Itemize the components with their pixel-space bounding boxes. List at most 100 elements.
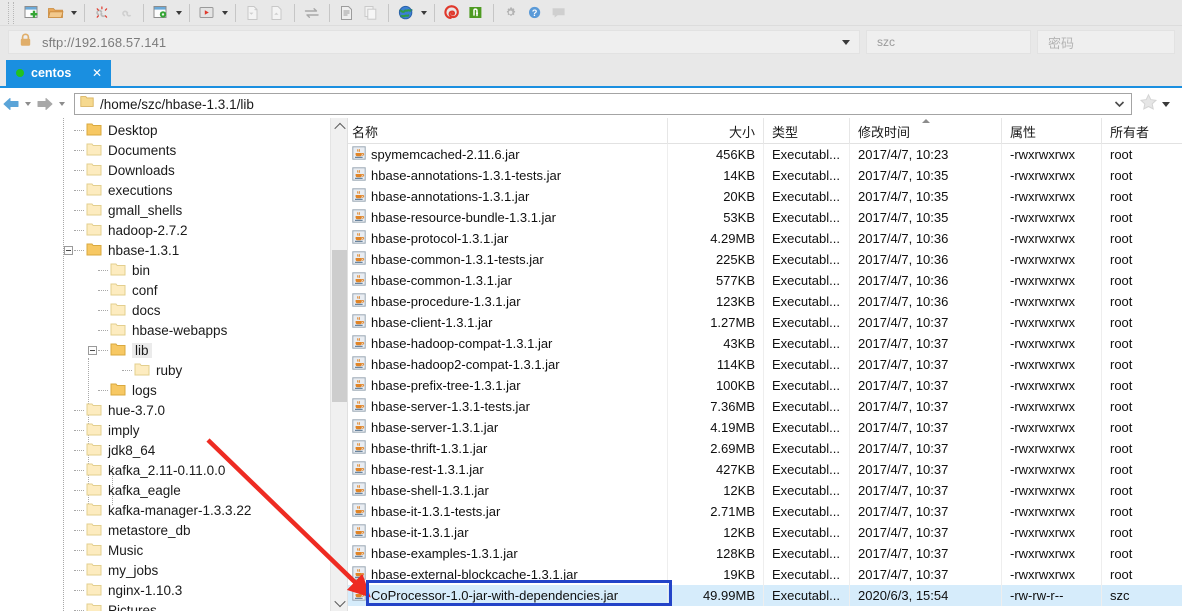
synchronize-icon[interactable] [300, 2, 324, 24]
tree-item-kafka-eagle[interactable]: kafka_eagle [64, 480, 181, 500]
tree-item-hbase-webapps[interactable]: hbase-webapps [88, 320, 227, 340]
bookmark-dropdown-caret[interactable] [1160, 94, 1172, 114]
open-terminal-dropdown-caret[interactable] [219, 2, 230, 24]
tree-item-kafka-2-11-0-11-0-0[interactable]: kafka_2.11-0.11.0.0 [64, 460, 225, 480]
tree-item-hue-3-7-0[interactable]: hue-3.7.0 [64, 400, 165, 420]
cell-size: 12KB [668, 522, 764, 543]
table-row[interactable]: hbase-client-1.3.1.jar 1.27MB Executabl...… [348, 312, 1182, 333]
link-icon[interactable] [114, 2, 138, 24]
host-url-dropdown-caret[interactable] [839, 31, 853, 53]
star-icon[interactable] [1139, 93, 1158, 116]
tree-item-bin[interactable]: bin [88, 260, 150, 280]
edit-file-icon[interactable] [335, 2, 359, 24]
tree-expander-icon[interactable] [64, 245, 73, 255]
open-folder-dropdown-caret[interactable] [68, 2, 79, 24]
open-folder-icon[interactable] [44, 2, 68, 24]
host-url-field[interactable]: sftp://192.168.57.141 [8, 30, 860, 54]
cell-text: -rwxrwxrwx [1010, 546, 1075, 561]
username-field[interactable]: szc [866, 30, 1031, 54]
help-icon[interactable]: ? [523, 2, 547, 24]
table-row[interactable]: hbase-server-1.3.1-tests.jar 7.36MB Execut… [348, 396, 1182, 417]
table-row[interactable]: CoProcessor-1.0-jar-with-dependencies.ja… [348, 585, 1182, 606]
toolbar-drag-handle[interactable] [8, 1, 14, 24]
forward-history-caret[interactable] [56, 93, 68, 115]
table-row[interactable]: hbase-it-1.3.1-tests.jar 2.71MB Executabl.… [348, 501, 1182, 522]
tree-item-hbase-1-3-1[interactable]: hbase-1.3.1 [64, 240, 179, 260]
putty-icon[interactable] [464, 2, 488, 24]
session-settings-icon[interactable] [149, 2, 173, 24]
table-row[interactable]: hbase-server-1.3.1.jar 4.19MB Executabl...… [348, 417, 1182, 438]
table-row[interactable]: hbase-hadoop-compat-1.3.1.jar 43KB Executa… [348, 333, 1182, 354]
table-row[interactable]: hbase-resource-bundle-1.3.1.jar 53KB Execu… [348, 207, 1182, 228]
table-row[interactable]: hbase-hadoop2-compat-1.3.1.jar 114KB Execu… [348, 354, 1182, 375]
path-input[interactable]: /home/szc/hbase-1.3.1/lib [74, 93, 1132, 115]
password-field[interactable]: 密码 [1037, 30, 1175, 54]
table-row[interactable]: hbase-external-blockcache-1.3.1.jar 19KB E… [348, 564, 1182, 585]
tree-item-label: gmall_shells [108, 202, 183, 218]
column-header-name[interactable]: 名称 [348, 118, 668, 144]
back-arrow-icon[interactable] [0, 93, 22, 115]
new-session-icon[interactable] [20, 2, 44, 24]
tree-item-kafka-manager-1-3-3-22[interactable]: kafka-manager-1.3.3.22 [64, 500, 251, 520]
tree-item-downloads[interactable]: Downloads [64, 160, 175, 180]
gear-icon[interactable] [499, 2, 523, 24]
tree-item-hadoop-2-7-2[interactable]: hadoop-2.7.2 [64, 220, 188, 240]
table-row[interactable]: hbase-prefix-tree-1.3.1.jar 100KB Executab… [348, 375, 1182, 396]
chevron-down-icon[interactable] [331, 594, 347, 611]
tree-item-lib[interactable]: lib [88, 340, 152, 360]
table-row[interactable]: hbase-procedure-1.3.1.jar 123KB Executabl.… [348, 291, 1182, 312]
chevron-up-icon[interactable] [331, 118, 347, 135]
globe-icon[interactable] [394, 2, 418, 24]
tree-expander-icon[interactable] [88, 345, 97, 355]
session-settings-dropdown-caret[interactable] [173, 2, 184, 24]
table-row[interactable]: hbase-examples-1.3.1.jar 128KB Executabl..… [348, 543, 1182, 564]
tree-item-conf[interactable]: conf [88, 280, 158, 300]
tree-item-documents[interactable]: Documents [64, 140, 176, 160]
table-row[interactable]: hbase-common-1.3.1-tests.jar 225KB Executa… [348, 249, 1182, 270]
path-dropdown-caret[interactable] [1112, 94, 1126, 114]
tree-item-my-jobs[interactable]: my_jobs [64, 560, 158, 580]
open-terminal-icon[interactable] [195, 2, 219, 24]
tree-scrollbar[interactable] [330, 118, 347, 611]
tree-item-logs[interactable]: logs [88, 380, 157, 400]
table-row[interactable]: hbase-annotations-1.3.1.jar 20KB Executabl… [348, 186, 1182, 207]
column-header-owner[interactable]: 所有者 [1102, 118, 1182, 144]
column-header-attr[interactable]: 属性 [1002, 118, 1102, 144]
tree-item-pictures[interactable]: Pictures [64, 600, 157, 611]
download-icon[interactable] [241, 2, 265, 24]
tree-item-jdk8-64[interactable]: jdk8_64 [64, 440, 155, 460]
tree-item-ruby[interactable]: ruby [112, 360, 182, 380]
table-row[interactable]: hbase-protocol-1.3.1.jar 4.29MB Executabl.… [348, 228, 1182, 249]
table-row[interactable]: spymemcached-2.11.6.jar 456KB Executabl...… [348, 144, 1182, 165]
cell-owner: root [1102, 417, 1182, 438]
tree-item-desktop[interactable]: Desktop [64, 120, 158, 140]
close-icon[interactable]: ✕ [92, 67, 102, 79]
tree-item-gmall-shells[interactable]: gmall_shells [64, 200, 182, 220]
table-row[interactable]: hbase-common-1.3.1.jar 577KB Executabl... 2… [348, 270, 1182, 291]
tab-status-dot-icon [16, 69, 24, 77]
table-row[interactable]: hbase-it-1.3.1.jar 12KB Executabl... 2017/4… [348, 522, 1182, 543]
copy-icon[interactable] [359, 2, 383, 24]
table-row[interactable]: hbase-thrift-1.3.1.jar 2.69MB Executabl...… [348, 438, 1182, 459]
column-header-type[interactable]: 类型 [764, 118, 850, 144]
column-header-size[interactable]: 大小 [668, 118, 764, 144]
upload-icon[interactable] [265, 2, 289, 24]
tab-centos[interactable]: centos ✕ [6, 60, 111, 86]
tree-item-nginx-1-10-3[interactable]: nginx-1.10.3 [64, 580, 182, 600]
globe-dropdown-caret[interactable] [418, 2, 429, 24]
back-history-caret[interactable] [22, 93, 34, 115]
tree-item-docs[interactable]: docs [88, 300, 161, 320]
tree-item-imply[interactable]: imply [64, 420, 140, 440]
table-row[interactable]: hbase-annotations-1.3.1-tests.jar 14KB Exe… [348, 165, 1182, 186]
tree-item-metastore-db[interactable]: metastore_db [64, 520, 191, 540]
table-row[interactable]: hbase-shell-1.3.1.jar 12KB Executabl... 201… [348, 480, 1182, 501]
column-header-time[interactable]: 修改时间 [850, 118, 1002, 144]
forward-arrow-icon[interactable] [34, 93, 56, 115]
feedback-icon[interactable] [547, 2, 571, 24]
winscp-icon[interactable] [440, 2, 464, 24]
table-row[interactable]: hbase-rest-1.3.1.jar 427KB Executabl... 201… [348, 459, 1182, 480]
disconnect-icon[interactable] [90, 2, 114, 24]
tree-item-music[interactable]: Music [64, 540, 143, 560]
tree-item-executions[interactable]: executions [64, 180, 173, 200]
tree-scrollbar-thumb[interactable] [332, 250, 347, 402]
